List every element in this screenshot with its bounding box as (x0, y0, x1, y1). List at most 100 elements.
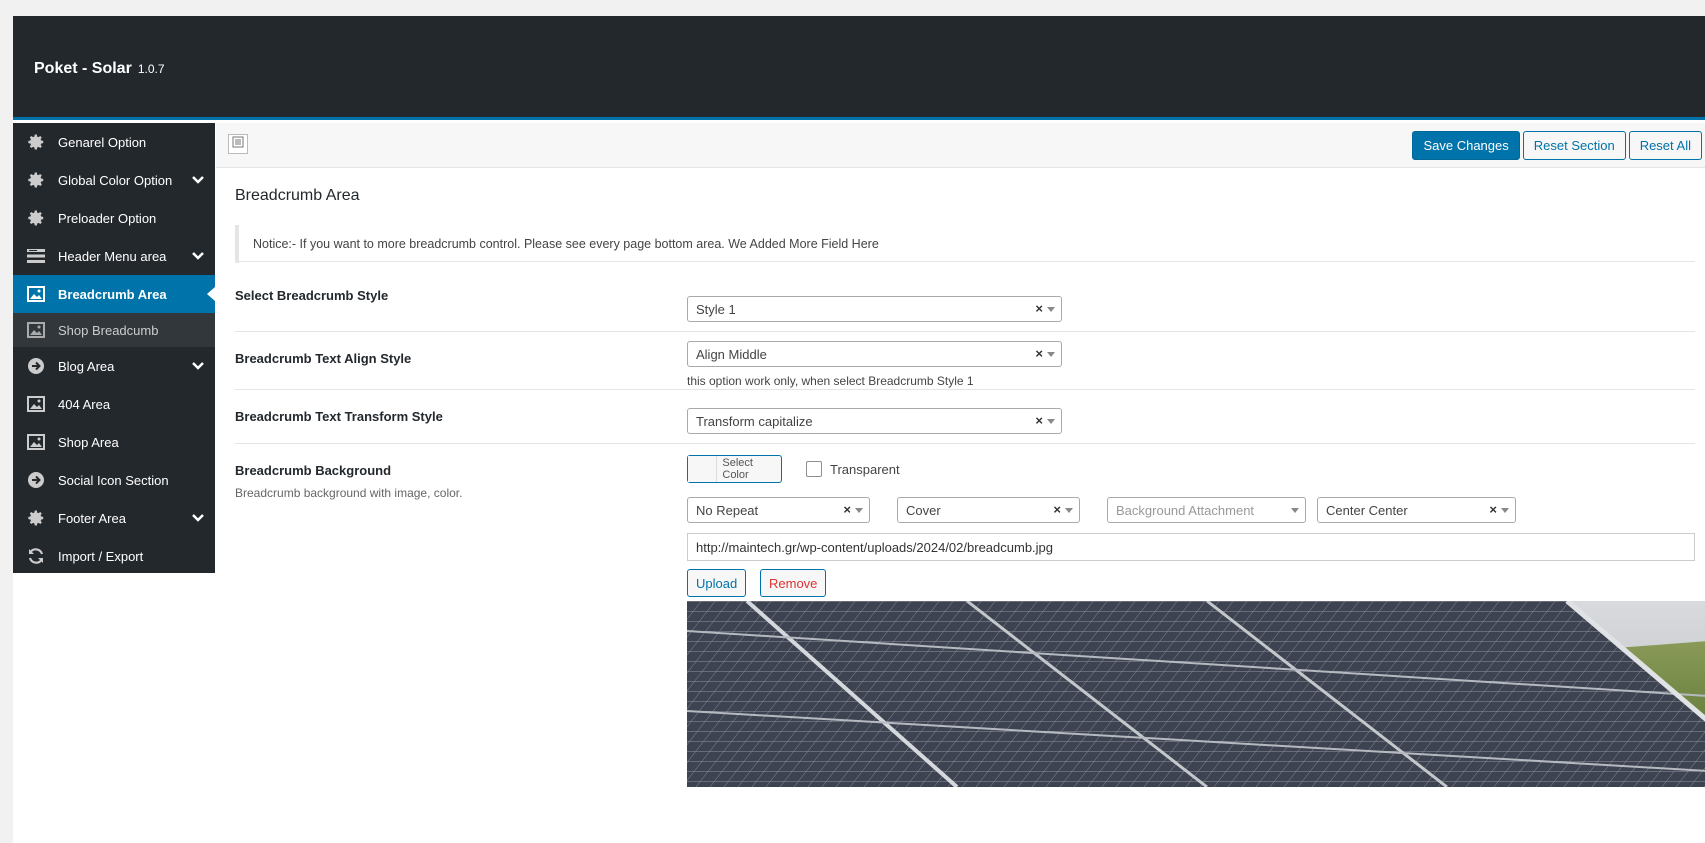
chevron-down-icon (191, 173, 205, 190)
background-image-preview (687, 601, 1705, 787)
sidebar-item-label: Header Menu area (58, 248, 167, 264)
upload-button[interactable]: Upload (687, 569, 747, 597)
transparent-checkbox[interactable]: Transparent (806, 461, 900, 477)
background-url-input[interactable]: http://maintech.gr/wp-content/uploads/20… (687, 533, 1695, 561)
sidebar-item-social-icon-section[interactable]: Social Icon Section (13, 461, 215, 499)
sidebar-item-label: Social Icon Section (58, 472, 169, 488)
image-icon (25, 432, 47, 452)
select-value: Align Middle (696, 347, 767, 362)
sidebar-item-header-menu-area[interactable]: Header Menu area (13, 237, 215, 275)
panel-header: Poket - Solar 1.0.7 (13, 16, 1705, 120)
background-position-select[interactable]: Center Center × (1317, 497, 1516, 523)
sidebar-item-shop-breadcumb[interactable]: Shop Breadcumb (13, 313, 215, 347)
clear-icon[interactable]: × (1489, 502, 1497, 517)
gear-icon (25, 508, 47, 528)
sidebar-item-label: Shop Area (58, 434, 119, 450)
text-align-label: Breadcrumb Text Align Style (235, 351, 412, 366)
text-align-select[interactable]: Align Middle × (687, 341, 1062, 367)
gear-icon (25, 208, 47, 228)
divider (235, 443, 1695, 444)
text-transform-select[interactable]: Transform capitalize × (687, 408, 1062, 434)
clear-icon[interactable]: × (1035, 346, 1043, 361)
clear-icon[interactable]: × (1035, 301, 1043, 316)
gear-icon (25, 132, 47, 152)
sidebar-item-footer-area[interactable]: Footer Area (13, 499, 215, 537)
divider (235, 331, 1695, 332)
chevron-down-icon (191, 359, 205, 376)
select-value: Style 1 (696, 302, 736, 317)
sidebar-item-label: Footer Area (58, 510, 126, 526)
sidebar-item-label: Genarel Option (58, 134, 147, 150)
select-color-label: Select Color (722, 457, 753, 481)
background-label: Breadcrumb Background (235, 463, 392, 478)
color-swatch (688, 456, 718, 482)
dropdown-arrow-icon[interactable] (1047, 307, 1055, 312)
reset-all-button[interactable]: Reset All (1628, 131, 1702, 160)
sidebar-item-label: Blog Area (58, 358, 115, 374)
select-value: No Repeat (696, 503, 759, 518)
sidebar-item-label: Import / Export (58, 548, 144, 564)
clear-icon[interactable]: × (1035, 413, 1043, 428)
sidebar-item-genarel-option[interactable]: Genarel Option (13, 123, 215, 161)
app-title: Poket - Solar 1.0.7 (34, 60, 165, 77)
select-value: Center Center (1326, 503, 1408, 518)
chevron-down-icon (191, 511, 205, 528)
sidebar-item-blog-area[interactable]: Blog Area (13, 347, 215, 385)
sidebar-item-label: Global Color Option (58, 172, 173, 188)
arrow-circle-icon (25, 356, 47, 376)
sidebar-item-label: Shop Breadcumb (58, 322, 159, 338)
list-icon (232, 135, 244, 153)
select-placeholder: Background Attachment (1116, 503, 1255, 518)
select-color-button[interactable]: Select Color (687, 455, 782, 483)
expand-options-button[interactable] (228, 134, 248, 154)
select-value: Cover (906, 503, 941, 518)
clear-icon[interactable]: × (1053, 502, 1061, 517)
clear-icon[interactable]: × (843, 502, 851, 517)
text-transform-label: Breadcrumb Text Transform Style (235, 409, 443, 424)
gear-icon (25, 170, 47, 190)
background-desc: Breadcrumb background with image, color. (235, 486, 463, 500)
sidebar-item-404-area[interactable]: 404 Area (13, 385, 215, 423)
chevron-down-icon (191, 249, 205, 266)
dropdown-arrow-icon[interactable] (1291, 508, 1299, 513)
version-label: 1.0.7 (137, 62, 165, 76)
divider (235, 389, 1695, 390)
menu-icon (25, 246, 47, 266)
transparent-label: Transparent (830, 461, 900, 477)
save-changes-button[interactable]: Save Changes (1412, 131, 1520, 160)
dropdown-arrow-icon[interactable] (1065, 508, 1073, 513)
dropdown-arrow-icon[interactable] (1501, 508, 1509, 513)
sidebar-item-global-color-option[interactable]: Global Color Option (13, 161, 215, 199)
dropdown-arrow-icon[interactable] (1047, 419, 1055, 424)
notice-box: Notice:- If you want to more breadcrumb … (235, 225, 1695, 263)
image-icon (25, 320, 47, 340)
divider (235, 261, 1695, 262)
background-repeat-select[interactable]: No Repeat × (687, 497, 870, 523)
image-icon (25, 394, 47, 414)
refresh-icon (25, 546, 47, 566)
breadcrumb-style-label: Select Breadcrumb Style (235, 288, 389, 303)
background-size-select[interactable]: Cover × (897, 497, 1080, 523)
sidebar-item-breadcrumb-area[interactable]: Breadcrumb Area (13, 275, 215, 313)
select-value: Transform capitalize (696, 414, 813, 429)
toolbar: Save Changes Reset Section Reset All (216, 123, 1705, 168)
options-panel: Poket - Solar 1.0.7 Genarel Option Global… (13, 16, 1705, 843)
reset-section-button[interactable]: Reset Section (1522, 131, 1626, 160)
sidebar-item-shop-area[interactable]: Shop Area (13, 423, 215, 461)
sidebar-item-label: 404 Area (58, 396, 111, 412)
arrow-circle-icon (25, 470, 47, 490)
sidebar-item-label: Preloader Option (58, 210, 157, 226)
image-icon (25, 284, 47, 304)
align-hint: this option work only, when select Bread… (687, 374, 974, 388)
remove-button[interactable]: Remove (760, 569, 827, 597)
breadcrumb-style-select[interactable]: Style 1 × (687, 296, 1062, 322)
checkbox-box[interactable] (806, 461, 822, 477)
section-title: Breadcrumb Area (235, 187, 360, 204)
dropdown-arrow-icon[interactable] (855, 508, 863, 513)
sidebar-item-preloader-option[interactable]: Preloader Option (13, 199, 215, 237)
dropdown-arrow-icon[interactable] (1047, 352, 1055, 357)
sidebar-item-import-export[interactable]: Import / Export (13, 537, 215, 575)
sidebar-item-label: Breadcrumb Area (58, 286, 167, 302)
background-attachment-select[interactable]: Background Attachment (1107, 497, 1306, 523)
main-content: Save Changes Reset Section Reset All Bre… (216, 123, 1705, 843)
